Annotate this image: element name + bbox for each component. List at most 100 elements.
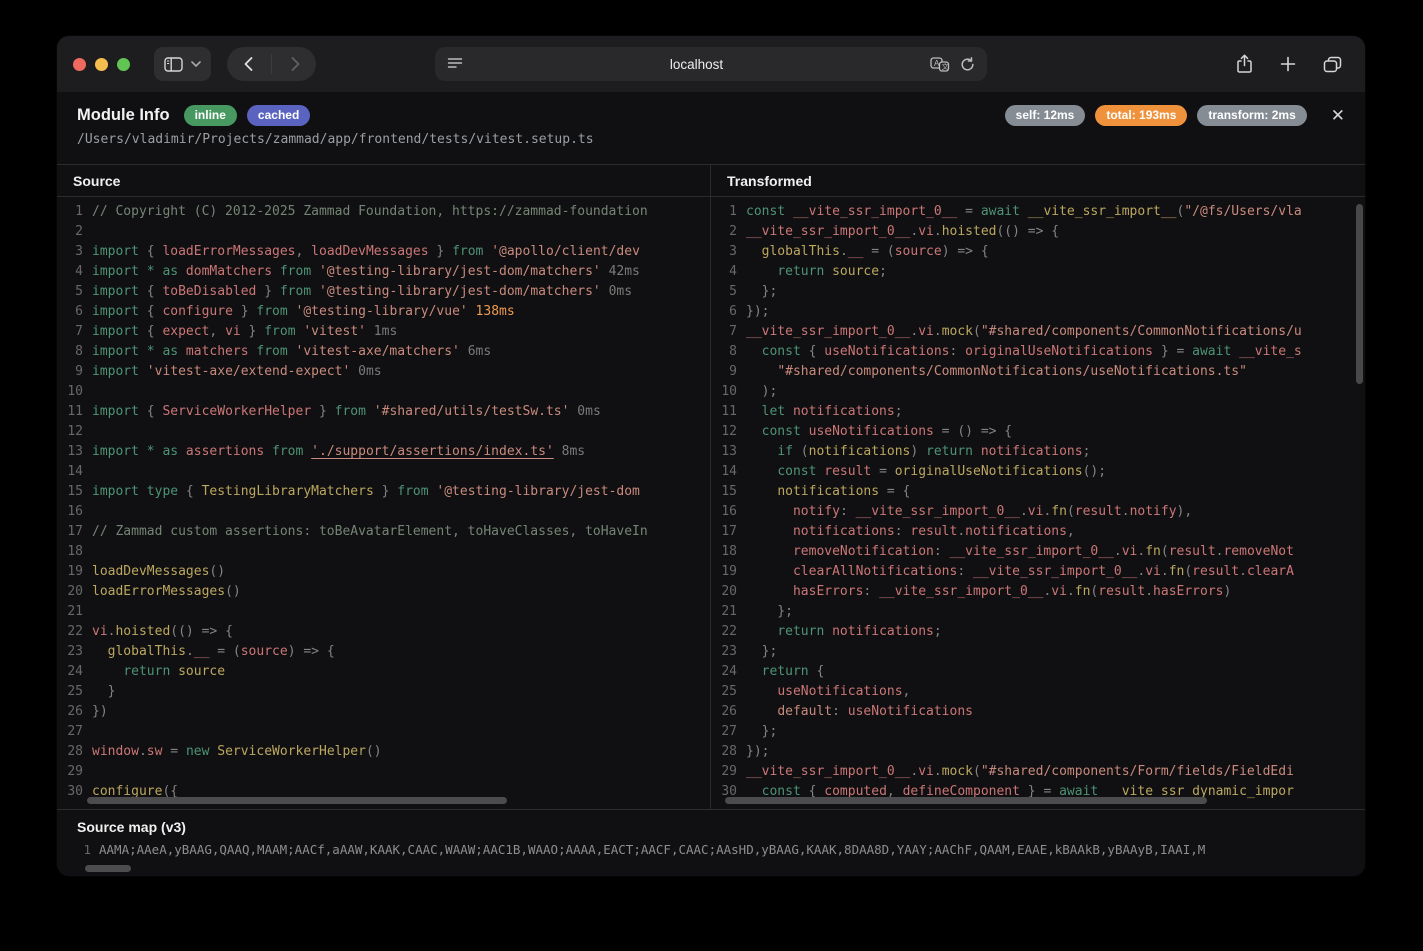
sidebar-toggle-button[interactable] (154, 47, 211, 81)
code-line: 3 globalThis.__ = (source) => { (711, 242, 1365, 262)
code-line: 20loadErrorMessages() (57, 582, 710, 602)
code-line: 7import { expect, vi } from 'vitest' 1ms (57, 322, 710, 342)
forward-button[interactable] (280, 49, 310, 79)
code-line: 1const __vite_ssr_import_0__ = await __v… (711, 202, 1365, 222)
chevron-down-icon (191, 61, 201, 67)
code-line: 23 globalThis.__ = (source) => { (57, 642, 710, 662)
page-menu-icon[interactable] (447, 57, 463, 71)
source-pane-title: Source (57, 165, 710, 197)
module-info-header: Module Info inline cached self: 12ms tot… (57, 92, 1365, 165)
address-bar[interactable]: localhost A 文 (435, 47, 987, 81)
tab-overview-icon (1323, 56, 1342, 73)
browser-window: localhost A 文 (57, 36, 1365, 876)
reload-icon[interactable] (960, 57, 975, 72)
zoom-window-button[interactable] (117, 58, 130, 71)
code-line: 16 (57, 502, 710, 522)
code-line: 18 removeNotification: __vite_ssr_import… (711, 542, 1365, 562)
code-line: 19loadDevMessages() (57, 562, 710, 582)
transformed-code: 1const __vite_ssr_import_0__ = await __v… (711, 197, 1365, 802)
code-line: 5import { toBeDisabled } from '@testing-… (57, 282, 710, 302)
code-line: 24 return { (711, 662, 1365, 682)
new-tab-button[interactable] (1271, 47, 1305, 81)
code-line: 18 (57, 542, 710, 562)
transformed-pane: Transformed 1const __vite_ssr_import_0__… (711, 165, 1365, 809)
code-line: 27 (57, 722, 710, 742)
code-line: 2__vite_ssr_import_0__.vi.hoisted(() => … (711, 222, 1365, 242)
code-line: 27 }; (711, 722, 1365, 742)
source-pane: Source 1// Copyright (C) 2012-2025 Zamma… (57, 165, 711, 809)
code-line: 9import 'vitest-axe/extend-expect' 0ms (57, 362, 710, 382)
code-line: 17 notifications: result.notifications, (711, 522, 1365, 542)
transformed-vertical-scrollbar[interactable] (1356, 204, 1363, 384)
traffic-lights (73, 58, 130, 71)
transform-time-badge: transform: 2ms (1197, 105, 1306, 126)
code-line: 25 } (57, 682, 710, 702)
back-button[interactable] (233, 49, 263, 79)
toolbar-right-buttons (1227, 47, 1349, 81)
source-code: 1// Copyright (C) 2012-2025 Zammad Found… (57, 197, 710, 802)
code-line: 4import * as domMatchers from '@testing-… (57, 262, 710, 282)
code-line: 13import * as assertions from './support… (57, 442, 710, 462)
total-time-badge: total: 193ms (1095, 105, 1187, 126)
svg-text:文: 文 (942, 62, 949, 71)
navigation-buttons (227, 47, 316, 81)
code-line: 7__vite_ssr_import_0__.vi.mock("#shared/… (711, 322, 1365, 342)
back-icon (244, 57, 253, 71)
code-line: 14 const result = originalUseNotificatio… (711, 462, 1365, 482)
code-line: 4 return source; (711, 262, 1365, 282)
code-line: 11 let notifications; (711, 402, 1365, 422)
code-line: 22 return notifications; (711, 622, 1365, 642)
code-line: 21 }; (711, 602, 1365, 622)
nav-divider (271, 54, 272, 74)
sourcemap-mappings: AAMA;AAeA,yBAAG,QAAQ,MAAM;AACf,aAAW,KAAK… (99, 842, 1205, 857)
transformed-horizontal-scrollbar[interactable] (725, 797, 1207, 804)
self-time-badge: self: 12ms (1005, 105, 1086, 126)
code-line: 11import { ServiceWorkerHelper } from '#… (57, 402, 710, 422)
code-line: 6}); (711, 302, 1365, 322)
module-path: /Users/vladimir/Projects/zammad/app/fron… (77, 132, 1345, 147)
code-line: 19 clearAllNotifications: __vite_ssr_imp… (711, 562, 1365, 582)
code-line: 15import type { TestingLibraryMatchers }… (57, 482, 710, 502)
sourcemap-title: Source map (v3) (77, 819, 1345, 835)
share-button[interactable] (1227, 47, 1261, 81)
page-title: Module Info (77, 106, 170, 125)
code-line: 20 hasErrors: __vite_ssr_import_0__.vi.f… (711, 582, 1365, 602)
source-horizontal-scrollbar[interactable] (87, 797, 507, 804)
sourcemap-line: 1AAMA;AAeA,yBAAG,QAAQ,MAAM;AACf,aAAW,KAA… (77, 842, 1345, 857)
code-line: 28}); (711, 742, 1365, 762)
close-button[interactable]: ✕ (1331, 107, 1345, 124)
code-line: 29 (57, 762, 710, 782)
code-line: 3import { loadErrorMessages, loadDevMess… (57, 242, 710, 262)
code-line: 21 (57, 602, 710, 622)
code-line: 17// Zammad custom assertions: toBeAvata… (57, 522, 710, 542)
code-line: 8 const { useNotifications: originalUseN… (711, 342, 1365, 362)
browser-toolbar: localhost A 文 (57, 36, 1365, 92)
minimize-window-button[interactable] (95, 58, 108, 71)
code-line: 16 notify: __vite_ssr_import_0__.vi.fn(r… (711, 502, 1365, 522)
code-line: 12 (57, 422, 710, 442)
code-line: 23 }; (711, 642, 1365, 662)
code-line: 25 useNotifications, (711, 682, 1365, 702)
code-line: 9 "#shared/components/CommonNotification… (711, 362, 1365, 382)
close-window-button[interactable] (73, 58, 86, 71)
code-line: 26 default: useNotifications (711, 702, 1365, 722)
code-line: 15 notifications = { (711, 482, 1365, 502)
forward-icon (291, 57, 300, 71)
new-tab-icon (1280, 56, 1296, 72)
inline-badge: inline (184, 105, 237, 126)
sourcemap-horizontal-scrollbar[interactable] (85, 865, 131, 872)
code-line: 28window.sw = new ServiceWorkerHelper() (57, 742, 710, 762)
code-line: 22vi.hoisted(() => { (57, 622, 710, 642)
code-line: 1// Copyright (C) 2012-2025 Zammad Found… (57, 202, 710, 222)
code-line: 8import * as matchers from 'vitest-axe/m… (57, 342, 710, 362)
code-line: 29__vite_ssr_import_0__.vi.mock("#shared… (711, 762, 1365, 782)
code-line: 12 const useNotifications = () => { (711, 422, 1365, 442)
translate-icon[interactable]: A 文 (930, 57, 950, 72)
sourcemap-section: Source map (v3) 1AAMA;AAeA,yBAAG,QAAQ,MA… (57, 809, 1365, 875)
code-line: 26}) (57, 702, 710, 722)
tab-overview-button[interactable] (1315, 47, 1349, 81)
code-panes: Source 1// Copyright (C) 2012-2025 Zamma… (57, 165, 1365, 809)
cached-badge: cached (247, 105, 310, 126)
sourcemap-line-number: 1 (77, 842, 99, 857)
share-icon (1236, 54, 1253, 74)
